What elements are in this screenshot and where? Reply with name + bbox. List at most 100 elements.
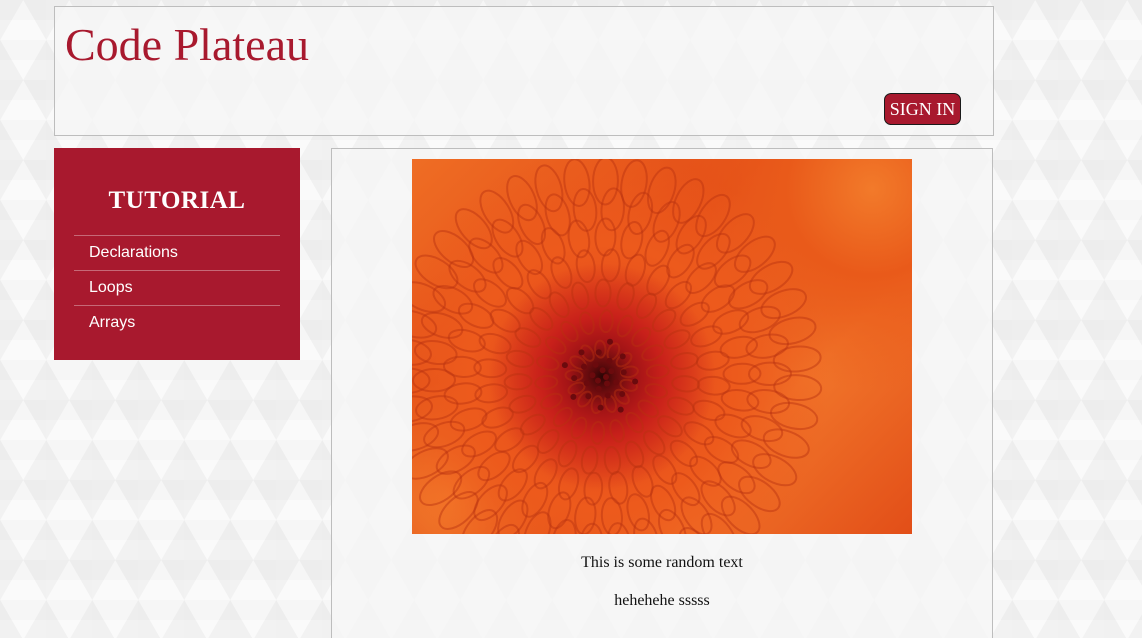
petal-shape [454,208,493,250]
petal-shape [412,367,456,393]
petal-shape [442,355,482,378]
petal-shape [773,374,823,402]
petal-shape [748,260,794,295]
petal-shape [738,475,781,513]
petal-shape [624,440,645,469]
petal-shape [448,259,487,293]
flower-center-dot [597,404,604,411]
petal-shape [609,419,625,443]
petal-shape [473,484,508,522]
petal-shape [594,339,607,359]
petal-shape [486,523,521,534]
petal-shape [700,512,738,534]
flower-center-dot [589,372,596,379]
petal-shape [590,395,604,415]
petal-shape [479,189,515,234]
petal-shape [506,175,538,222]
petal-shape [571,281,590,310]
petal-shape [716,213,755,254]
flower-center-dot [619,391,626,397]
petal-shape [690,325,723,348]
petal-shape [695,350,730,371]
petal-shape [666,396,695,416]
flower-center-dot [606,357,613,364]
sidebar-item-arrays[interactable]: Arrays [74,306,280,340]
petal-shape [672,178,705,224]
petal-shape [608,470,629,505]
flower-center-dot [603,374,609,380]
flower-center-dot [617,406,624,413]
petal-shape [733,235,776,273]
flower-center-dot [595,349,602,356]
petal-shape [468,237,504,274]
content-paragraph: hehehehe sssss [614,592,710,609]
petal-shape [594,217,617,257]
petal-shape [536,355,560,371]
petal-shape [557,439,578,468]
petal-shape [762,428,810,459]
flower-center-dot [595,386,602,392]
flower-center-dot [595,377,601,384]
flower-center-dot [608,368,615,375]
petal-shape [645,364,670,379]
petal-shape [746,389,791,414]
flower-center-dot [585,393,592,400]
sidebar-item-loops[interactable]: Loops [74,271,280,306]
petal-shape [447,328,486,353]
site-title[interactable]: Code Plateau [65,19,309,71]
petal-shape [644,383,668,399]
sidebar-title: TUTORIAL [108,187,246,214]
petal-shape [641,344,664,362]
flower-center-dot [604,380,610,387]
petal-shape [590,420,606,445]
petal-shape [670,352,699,370]
petal-shape [592,159,619,206]
petal-shape [598,309,614,334]
petal-shape [514,327,542,348]
flower-petals-graphic [412,159,823,534]
tutorial-sidebar: TUTORIAL Declarations Loops Arrays [54,148,300,360]
petal-shape [443,382,483,405]
flower-center-dot [592,361,599,368]
main-content: This is some random text hehehehe sssss [331,148,993,638]
petal-shape [583,471,604,506]
petal-shape [563,159,591,207]
petal-shape [772,345,822,373]
sidebar-item-declarations[interactable]: Declarations [74,236,280,271]
flower-center-dot [578,349,585,356]
petal-shape [534,375,559,390]
petal-shape [412,367,431,395]
petal-shape [503,373,533,391]
petal-shape [663,329,691,350]
flower-center-dot [613,379,620,386]
petal-shape [671,375,701,393]
flower-center-dot [599,367,606,374]
flower-center-dot [620,369,627,376]
content-paragraph: This is some random text [581,554,743,571]
petal-shape [650,484,677,522]
petal-shape [540,392,563,410]
flower-center-dot [561,362,568,369]
petal-shape [627,191,654,236]
petal-shape [474,383,509,404]
flower-center-dot [632,378,639,385]
petal-shape [633,517,660,534]
petal-shape [748,361,792,387]
petal-shape [594,278,612,308]
flower-center-dot [570,393,577,400]
petal-shape [491,218,524,258]
petal-shape [769,401,819,431]
petal-shape [745,333,789,359]
petal-shape [616,314,634,338]
sign-in-button[interactable]: SIGN IN [884,93,961,125]
petal-shape [603,445,622,475]
site-header: Code Plateau SIGN IN [54,6,994,136]
flower-image [412,159,912,534]
petal-shape [671,472,701,507]
petal-shape [473,278,507,308]
petal-shape [505,349,535,368]
flower-center-dot [619,353,626,360]
petal-shape [631,326,652,348]
sidebar-menu: Declarations Loops Arrays [74,235,280,340]
flower-center-dot [581,363,587,370]
